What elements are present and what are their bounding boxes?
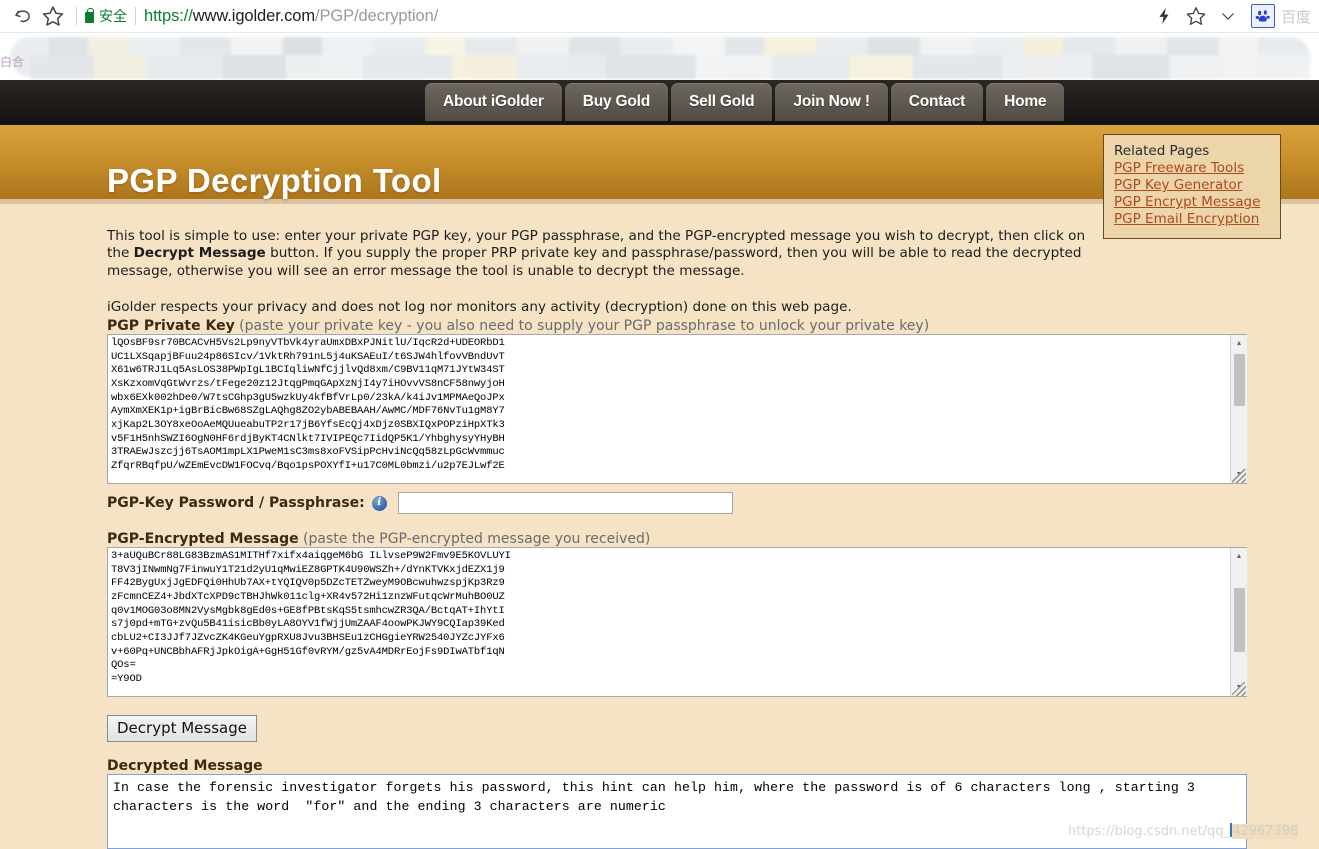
related-pages-box: Related Pages PGP Freeware Tools PGP Key… — [1103, 134, 1281, 239]
intro-text-bold: Decrypt Message — [133, 245, 266, 262]
lock-icon — [85, 8, 94, 23]
private-key-label-hint: (paste your private key - you also need … — [234, 318, 930, 334]
nav-item-home[interactable]: Home — [986, 83, 1065, 121]
scrollbar-thumb-2[interactable] — [1234, 588, 1245, 652]
encrypted-message-scrollbar[interactable]: ▲ ▼ — [1230, 548, 1247, 696]
encrypted-message-label-strong: PGP-Encrypted Message — [107, 531, 299, 547]
decrypt-message-button[interactable]: Decrypt Message — [107, 715, 257, 742]
decrypted-message-label: Decrypted Message — [107, 758, 263, 774]
private-key-label-strong: PGP Private Key — [107, 318, 235, 334]
scroll-up-icon-2[interactable]: ▲ — [1231, 548, 1247, 565]
url-host: www.igolder.com — [192, 6, 316, 25]
nav-item-buy-gold[interactable]: Buy Gold — [564, 83, 669, 121]
encrypted-message-label-hint: (paste the PGP-encrypted message you rec… — [298, 531, 651, 547]
private-key-textarea[interactable]: lQOsBF9sr70BCACvH5Vs2Lp9nyVTbVk4yraUmxDB… — [107, 334, 1247, 484]
encrypted-message-resize-grip[interactable] — [1232, 682, 1246, 696]
privacy-paragraph: iGolder respects your privacy and does n… — [107, 298, 852, 315]
redaction-blur-overlay-secondary — [30, 55, 1310, 79]
private-key-label: PGP Private Key (paste your private key … — [107, 318, 1247, 334]
address-bar[interactable]: https://www.igolder.com/PGP/decryption/ — [144, 7, 438, 26]
scroll-up-icon[interactable]: ▲ — [1231, 335, 1247, 352]
star-icon[interactable] — [38, 1, 68, 31]
related-pages-title: Related Pages — [1114, 143, 1210, 159]
secure-label: 安全 — [99, 9, 127, 25]
related-link-pgp-encrypt-message[interactable]: PGP Encrypt Message — [1114, 194, 1270, 211]
info-icon[interactable]: i — [371, 495, 387, 511]
related-link-pgp-freeware-tools[interactable]: PGP Freeware Tools — [1114, 160, 1270, 177]
private-key-resize-grip[interactable] — [1232, 469, 1246, 483]
watermark-prefix: https://blog.csdn.net/qq_ — [1068, 824, 1231, 839]
bookmarks-bar-redacted: 白合 — [0, 32, 1319, 81]
baidu-search-label: 百度 — [1280, 7, 1311, 26]
watermark-selected: 42967398 — [1232, 824, 1299, 839]
back-arrow-icon[interactable] — [8, 1, 38, 31]
private-key-scrollbar[interactable]: ▲ ▼ — [1230, 335, 1247, 483]
related-link-pgp-email-encryption[interactable]: PGP Email Encryption — [1114, 211, 1270, 228]
nav-item-about-igolder[interactable]: About iGolder — [425, 83, 562, 121]
baidu-paw-icon[interactable] — [1250, 4, 1275, 28]
nav-item-sell-gold[interactable]: Sell Gold — [671, 83, 773, 121]
star-outline-icon[interactable] — [1181, 1, 1211, 31]
redaction-partial-text: 白合 — [0, 55, 25, 69]
security-badge[interactable]: 安全 — [85, 6, 127, 26]
toolbar-right-actions: 百度 — [1149, 1, 1311, 31]
encrypted-message-textarea[interactable]: 3+aUQuBCr88LG83BzmAS1MITHf7xifx4aiqgeM6b… — [107, 547, 1247, 697]
browser-toolbar: 安全 https://www.igolder.com/PGP/decryptio… — [0, 0, 1319, 32]
scrollbar-thumb[interactable] — [1234, 354, 1245, 406]
related-link-pgp-key-generator[interactable]: PGP Key Generator — [1114, 177, 1270, 194]
page-title: PGP Decryption Tool — [107, 162, 442, 200]
site-navigation-bar: About iGolder Buy Gold Sell Gold Join No… — [0, 80, 1319, 125]
site-nav-list: About iGolder Buy Gold Sell Gold Join No… — [425, 83, 1067, 125]
url-path: /PGP/decryption/ — [315, 6, 439, 25]
intro-paragraph: This tool is simple to use: enter your p… — [107, 228, 1097, 281]
watermark: https://blog.csdn.net/qq_ 42967398 — [1068, 823, 1299, 839]
encrypted-message-label: PGP-Encrypted Message (paste the PGP-enc… — [107, 531, 1247, 547]
toolbar-divider-2 — [135, 7, 136, 25]
nav-item-contact[interactable]: Contact — [890, 83, 984, 121]
url-scheme: https:// — [144, 6, 193, 25]
passphrase-input[interactable] — [397, 492, 733, 514]
toolbar-divider — [76, 7, 77, 25]
lightning-icon[interactable] — [1149, 1, 1179, 31]
nav-item-join-now[interactable]: Join Now ! — [775, 83, 888, 121]
passphrase-row: PGP-Key Password / Passphrase: i — [107, 492, 733, 514]
chevron-down-icon[interactable] — [1213, 1, 1243, 31]
passphrase-label: PGP-Key Password / Passphrase: — [107, 495, 365, 511]
